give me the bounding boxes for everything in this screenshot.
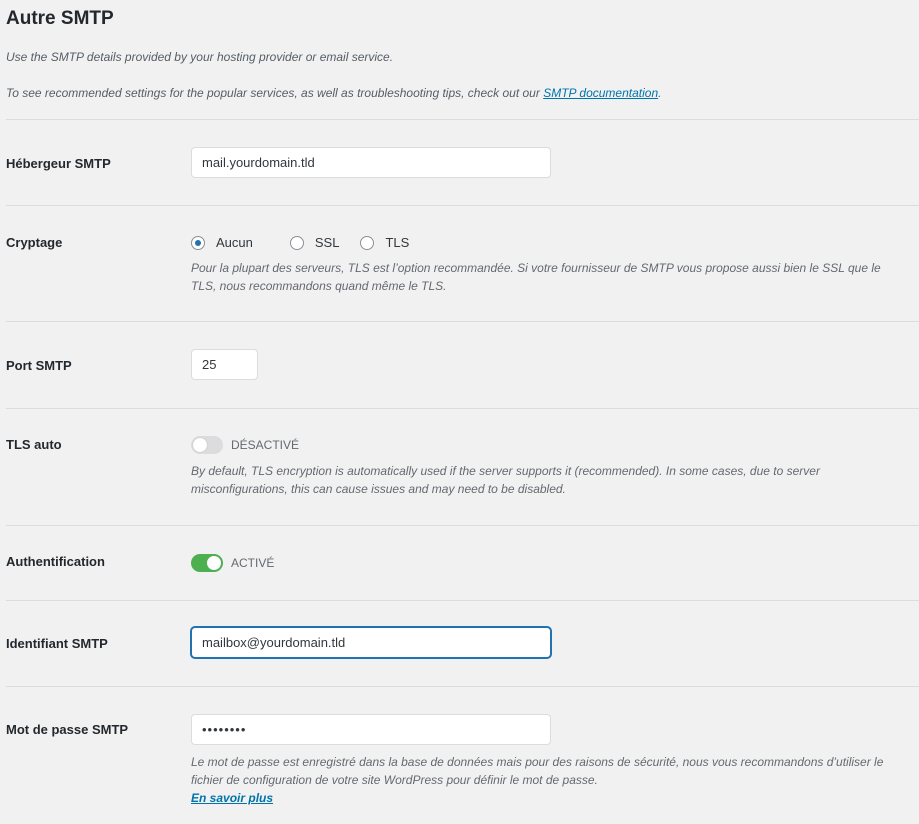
- radio-label-tls: TLS: [385, 235, 410, 250]
- toggle-knob: [207, 556, 221, 570]
- password-help: Le mot de passe est enregistré dans la b…: [191, 753, 906, 807]
- host-input[interactable]: mail.yourdomain.tld: [191, 147, 551, 178]
- divider: [6, 408, 919, 409]
- learn-more-link[interactable]: En savoir plus: [191, 791, 273, 805]
- autotls-label: TLS auto: [6, 437, 62, 452]
- radio-option-none[interactable]: Aucun: [191, 235, 253, 250]
- divider: [6, 205, 919, 206]
- auth-toggle[interactable]: [191, 554, 223, 572]
- docs-note: To see recommended settings for the popu…: [6, 86, 661, 100]
- autotls-help: By default, TLS encryption is automatica…: [191, 464, 820, 496]
- password-label: Mot de passe SMTP: [6, 722, 129, 737]
- divider: [6, 321, 919, 322]
- username-label: Identifiant SMTP: [6, 636, 108, 651]
- host-label: Hébergeur SMTP: [6, 156, 111, 171]
- autotls-toggle-row: DÉSACTIVÉ: [191, 436, 299, 454]
- encryption-radio-group: Aucun SSL TLS: [191, 235, 426, 250]
- radio-button-none[interactable]: [191, 235, 205, 250]
- docs-note-suffix: .: [658, 86, 662, 100]
- divider: [6, 525, 919, 526]
- password-input[interactable]: ••••••••: [191, 714, 551, 745]
- auth-state: ACTIVÉ: [231, 556, 275, 570]
- port-input[interactable]: 25: [191, 349, 258, 380]
- radio-label-none: Aucun: [216, 235, 253, 250]
- radio-button-ssl[interactable]: [289, 235, 304, 250]
- divider: [6, 119, 919, 120]
- auth-label: Authentification: [6, 554, 105, 569]
- password-help-text: Le mot de passe est enregistré dans la b…: [191, 755, 884, 787]
- autotls-state: DÉSACTIVÉ: [231, 438, 300, 452]
- username-input[interactable]: mailbox@yourdomain.tld: [191, 627, 551, 658]
- section-title: Autre SMTP: [6, 8, 114, 29]
- encryption-label: Cryptage: [6, 235, 63, 250]
- toggle-knob: [193, 438, 207, 452]
- section-intro: Use the SMTP details provided by your ho…: [6, 50, 394, 64]
- smtp-documentation-link[interactable]: SMTP documentation: [543, 86, 658, 100]
- radio-button-tls[interactable]: [360, 235, 375, 250]
- radio-label-ssl: SSL: [314, 235, 340, 250]
- port-label: Port SMTP: [6, 358, 72, 373]
- autotls-toggle[interactable]: [191, 436, 223, 454]
- divider: [6, 600, 919, 601]
- divider: [6, 686, 919, 687]
- auth-toggle-row: ACTIVÉ: [191, 554, 274, 572]
- radio-option-tls[interactable]: TLS: [360, 235, 409, 250]
- encryption-help: Pour la plupart des serveurs, TLS est l’…: [191, 261, 881, 293]
- radio-option-ssl[interactable]: SSL: [289, 235, 340, 250]
- docs-note-prefix: To see recommended settings for the popu…: [6, 86, 544, 100]
